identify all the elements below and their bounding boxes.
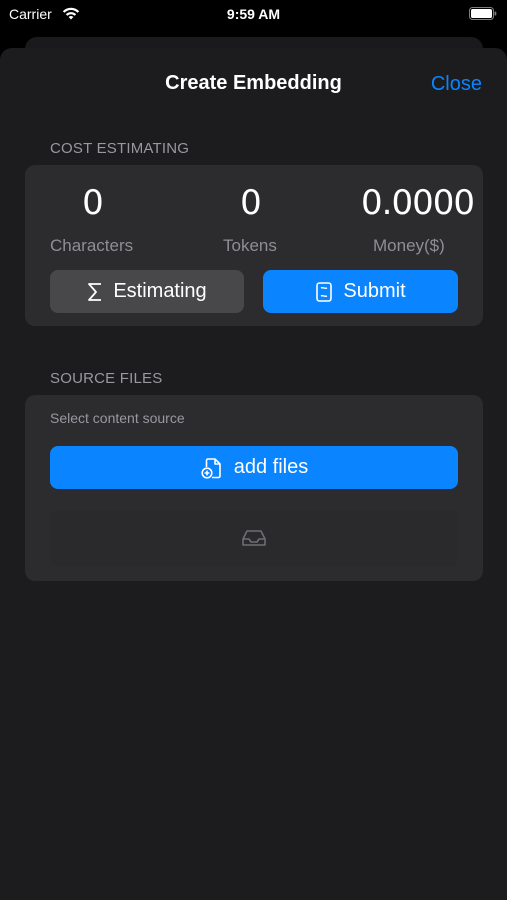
tokens-value: 0	[240, 183, 262, 223]
estimating-label: Estimating	[113, 280, 207, 302]
cost-section-header: COST ESTIMATING	[50, 140, 190, 157]
create-embedding-sheet: Create Embedding Close COST ESTIMATING 0…	[0, 48, 507, 900]
submit-card-icon	[315, 281, 333, 303]
source-group: Select content source add files	[25, 395, 483, 581]
source-section-header: SOURCE FILES	[50, 370, 163, 387]
add-files-button[interactable]: add files	[50, 446, 458, 489]
close-button[interactable]: Close	[431, 73, 482, 96]
tray-icon	[242, 530, 266, 546]
money-value: 0.0000	[361, 183, 475, 223]
empty-files-list	[50, 510, 458, 566]
cost-group: 0 Characters 0 Tokens 0.0000 Money($) Es…	[25, 165, 483, 326]
screen: Carrier 9:59 AM Create Embedding Close C…	[0, 0, 507, 900]
tokens-stat: 0	[238, 183, 263, 223]
add-files-label: add files	[233, 456, 309, 478]
characters-label: Characters	[50, 236, 134, 255]
money-label: Money($)	[373, 236, 445, 255]
source-caption: Select content source	[50, 410, 185, 426]
characters-value: 0	[82, 183, 104, 223]
submit-button[interactable]: Submit	[263, 270, 458, 313]
sigma-icon	[87, 282, 103, 302]
status-bar: Carrier 9:59 AM	[0, 0, 507, 30]
clock: 9:59 AM	[226, 6, 281, 22]
money-stat: 0.0000	[361, 183, 475, 223]
submit-label: Submit	[343, 280, 406, 302]
tokens-label: Tokens	[223, 236, 277, 255]
estimating-button[interactable]: Estimating	[50, 270, 244, 313]
battery-icon	[469, 7, 497, 20]
characters-stat: 0	[80, 183, 105, 223]
add-document-icon	[200, 456, 224, 480]
